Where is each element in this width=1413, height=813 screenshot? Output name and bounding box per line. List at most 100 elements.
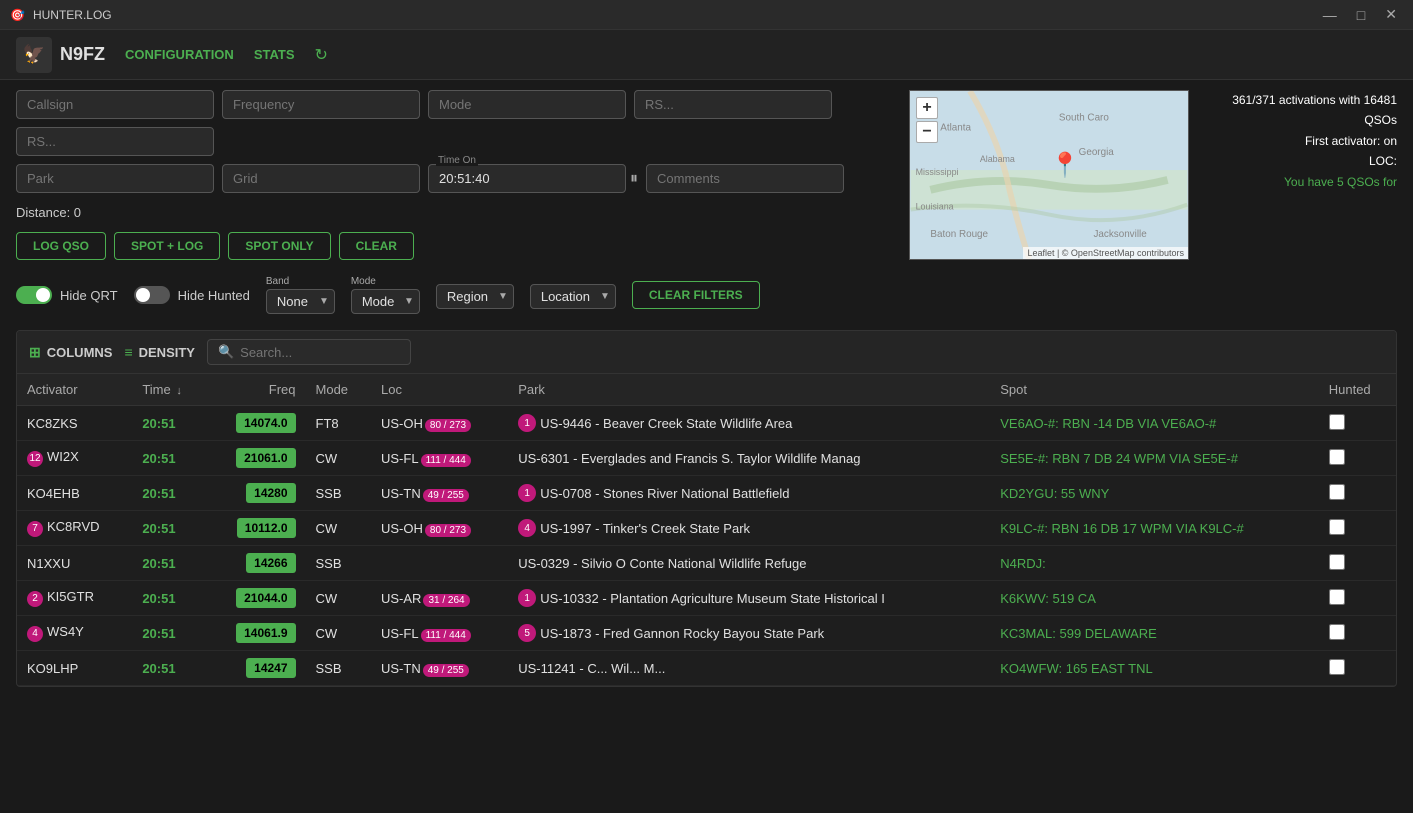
- logo-area: 🦅 N9FZ: [16, 37, 105, 73]
- cell-time: 20:51: [132, 441, 206, 476]
- table-row: 12WI2X20:5121061.0CWUS-FL111 / 444US-630…: [17, 441, 1396, 476]
- loc-badge: 111 / 444: [421, 629, 471, 642]
- clear-filters-button[interactable]: CLEAR FILTERS: [632, 281, 760, 309]
- rs2-input[interactable]: [16, 127, 214, 156]
- cell-time: 20:51: [132, 511, 206, 546]
- hunted-checkbox[interactable]: [1329, 554, 1345, 570]
- spot-value: KD2YGU: 55 WNY: [1000, 486, 1109, 501]
- spots-table-area: ⊞ COLUMNS ≡ DENSITY 🔍 Activator Time ↓ F…: [16, 330, 1397, 687]
- filter-row: Hide QRT Hide Hunted Band None 160m80m40…: [16, 268, 1397, 322]
- cell-activator: 12WI2X: [17, 441, 132, 476]
- loc-value: US-OH: [381, 416, 423, 431]
- mode-select[interactable]: ModeSSBCWFT8: [351, 289, 420, 314]
- clear-button[interactable]: CLEAR: [339, 232, 414, 260]
- park-input[interactable]: [16, 164, 214, 193]
- time-value: 20:51: [142, 416, 175, 431]
- cell-mode: CW: [306, 616, 371, 651]
- freq-badge: 14280: [246, 483, 295, 503]
- activator-badge: 2: [27, 591, 43, 607]
- cell-loc: US-AR31 / 264: [371, 581, 508, 616]
- svg-text:Mississippi: Mississippi: [916, 167, 959, 177]
- loc-value: US-FL: [381, 451, 419, 466]
- table-row: KO9LHP20:5114247SSBUS-TN49 / 255US-11241…: [17, 651, 1396, 686]
- maximize-button[interactable]: □: [1351, 4, 1371, 25]
- map-zoom-in-button[interactable]: +: [916, 97, 938, 119]
- hide-qrt-knob: [36, 288, 50, 302]
- nav-stats[interactable]: STATS: [254, 47, 295, 62]
- nav-configuration[interactable]: CONFIGURATION: [125, 47, 234, 62]
- col-time[interactable]: Time ↓: [132, 374, 206, 406]
- map-container[interactable]: Atlanta South Caro Georgia Mississippi A…: [909, 90, 1189, 260]
- table-toolbar: ⊞ COLUMNS ≡ DENSITY 🔍: [17, 331, 1396, 374]
- time-input[interactable]: [428, 164, 626, 193]
- location-select[interactable]: Location: [530, 284, 616, 309]
- hunted-checkbox[interactable]: [1329, 449, 1345, 465]
- time-field-wrapper: Time On ⏸: [428, 164, 638, 193]
- cell-park: 5US-1873 - Fred Gannon Rocky Bayou State…: [508, 616, 990, 651]
- stats-line1: 361/371 activations with 16481: [1197, 90, 1397, 110]
- hunted-checkbox[interactable]: [1329, 414, 1345, 430]
- loc-badge: 80 / 273: [425, 419, 471, 432]
- freq-badge: 21061.0: [236, 448, 295, 468]
- svg-text:Jacksonville: Jacksonville: [1093, 229, 1147, 240]
- comments-input[interactable]: [646, 164, 844, 193]
- hunted-checkbox[interactable]: [1329, 659, 1345, 675]
- cell-spot: VE6AO-#: RBN -14 DB VIA VE6AO-#: [990, 406, 1318, 441]
- stats-line5: You have 5 QSOs for: [1197, 172, 1397, 192]
- park-count-badge: 1: [518, 484, 536, 502]
- callsign-input[interactable]: [16, 90, 214, 119]
- log-qso-button[interactable]: LOG QSO: [16, 232, 106, 260]
- spot-value: SE5E-#: RBN 7 DB 24 WPM VIA SE5E-#: [1000, 451, 1238, 466]
- table-row: 7KC8RVD20:5110112.0CWUS-OH80 / 2734US-19…: [17, 511, 1396, 546]
- mode-input[interactable]: [428, 90, 626, 119]
- columns-button[interactable]: ⊞ COLUMNS: [29, 344, 112, 361]
- hide-qrt-toggle[interactable]: [16, 286, 52, 304]
- time-value: 20:51: [142, 451, 175, 466]
- hunted-checkbox[interactable]: [1329, 589, 1345, 605]
- region-select[interactable]: Region: [436, 284, 514, 309]
- hide-hunted-toggle[interactable]: [134, 286, 170, 304]
- spot-log-button[interactable]: SPOT + LOG: [114, 232, 220, 260]
- spot-only-button[interactable]: SPOT ONLY: [228, 232, 330, 260]
- columns-label: COLUMNS: [47, 345, 113, 360]
- cell-spot: K9LC-#: RBN 16 DB 17 WPM VIA K9LC-#: [990, 511, 1318, 546]
- rs1-input[interactable]: [634, 90, 832, 119]
- col-loc: Loc: [371, 374, 508, 406]
- band-select[interactable]: None 160m80m40m 20m15m10m: [266, 289, 335, 314]
- density-button[interactable]: ≡ DENSITY: [124, 344, 195, 360]
- mode-value: CW: [316, 591, 338, 606]
- map-zoom-out-button[interactable]: −: [916, 121, 938, 143]
- map-pin: 📍: [1050, 151, 1080, 180]
- grid-input[interactable]: [222, 164, 420, 193]
- time-value: 20:51: [142, 626, 175, 641]
- loc-value: US-OH: [381, 521, 423, 536]
- minimize-button[interactable]: —: [1317, 4, 1343, 25]
- time-label: Time On: [436, 155, 478, 166]
- cell-activator: 2KI5GTR: [17, 581, 132, 616]
- close-button[interactable]: ✕: [1379, 4, 1403, 25]
- freq-badge: 14266: [246, 553, 295, 573]
- hunted-checkbox[interactable]: [1329, 624, 1345, 640]
- cell-spot: KC3MAL: 599 DELAWARE: [990, 616, 1318, 651]
- pause-button[interactable]: ⏸: [630, 170, 638, 188]
- mode-value: CW: [316, 626, 338, 641]
- park-name: US-9446 - Beaver Creek State Wildlife Ar…: [540, 416, 792, 431]
- frequency-input[interactable]: [222, 90, 420, 119]
- cell-loc: US-OH80 / 273: [371, 511, 508, 546]
- search-input[interactable]: [240, 345, 400, 360]
- cell-mode: CW: [306, 581, 371, 616]
- hunted-checkbox[interactable]: [1329, 484, 1345, 500]
- park-name: US-10332 - Plantation Agriculture Museum…: [540, 591, 885, 606]
- hunted-checkbox[interactable]: [1329, 519, 1345, 535]
- refresh-button[interactable]: ↻: [315, 45, 328, 65]
- park-wrapper: 5US-1873 - Fred Gannon Rocky Bayou State…: [518, 624, 980, 642]
- time-value: 20:51: [142, 521, 175, 536]
- cell-freq: 14061.9: [207, 616, 306, 651]
- loc-value: US-TN: [381, 661, 421, 676]
- stats-line2: QSOs: [1197, 110, 1397, 130]
- svg-text:Alabama: Alabama: [980, 154, 1015, 164]
- cell-spot: SE5E-#: RBN 7 DB 24 WPM VIA SE5E-#: [990, 441, 1318, 476]
- titlebar-title: 🎯 HUNTER.LOG: [10, 8, 112, 22]
- cell-activator: KO4EHB: [17, 476, 132, 511]
- cell-time: 20:51: [132, 406, 206, 441]
